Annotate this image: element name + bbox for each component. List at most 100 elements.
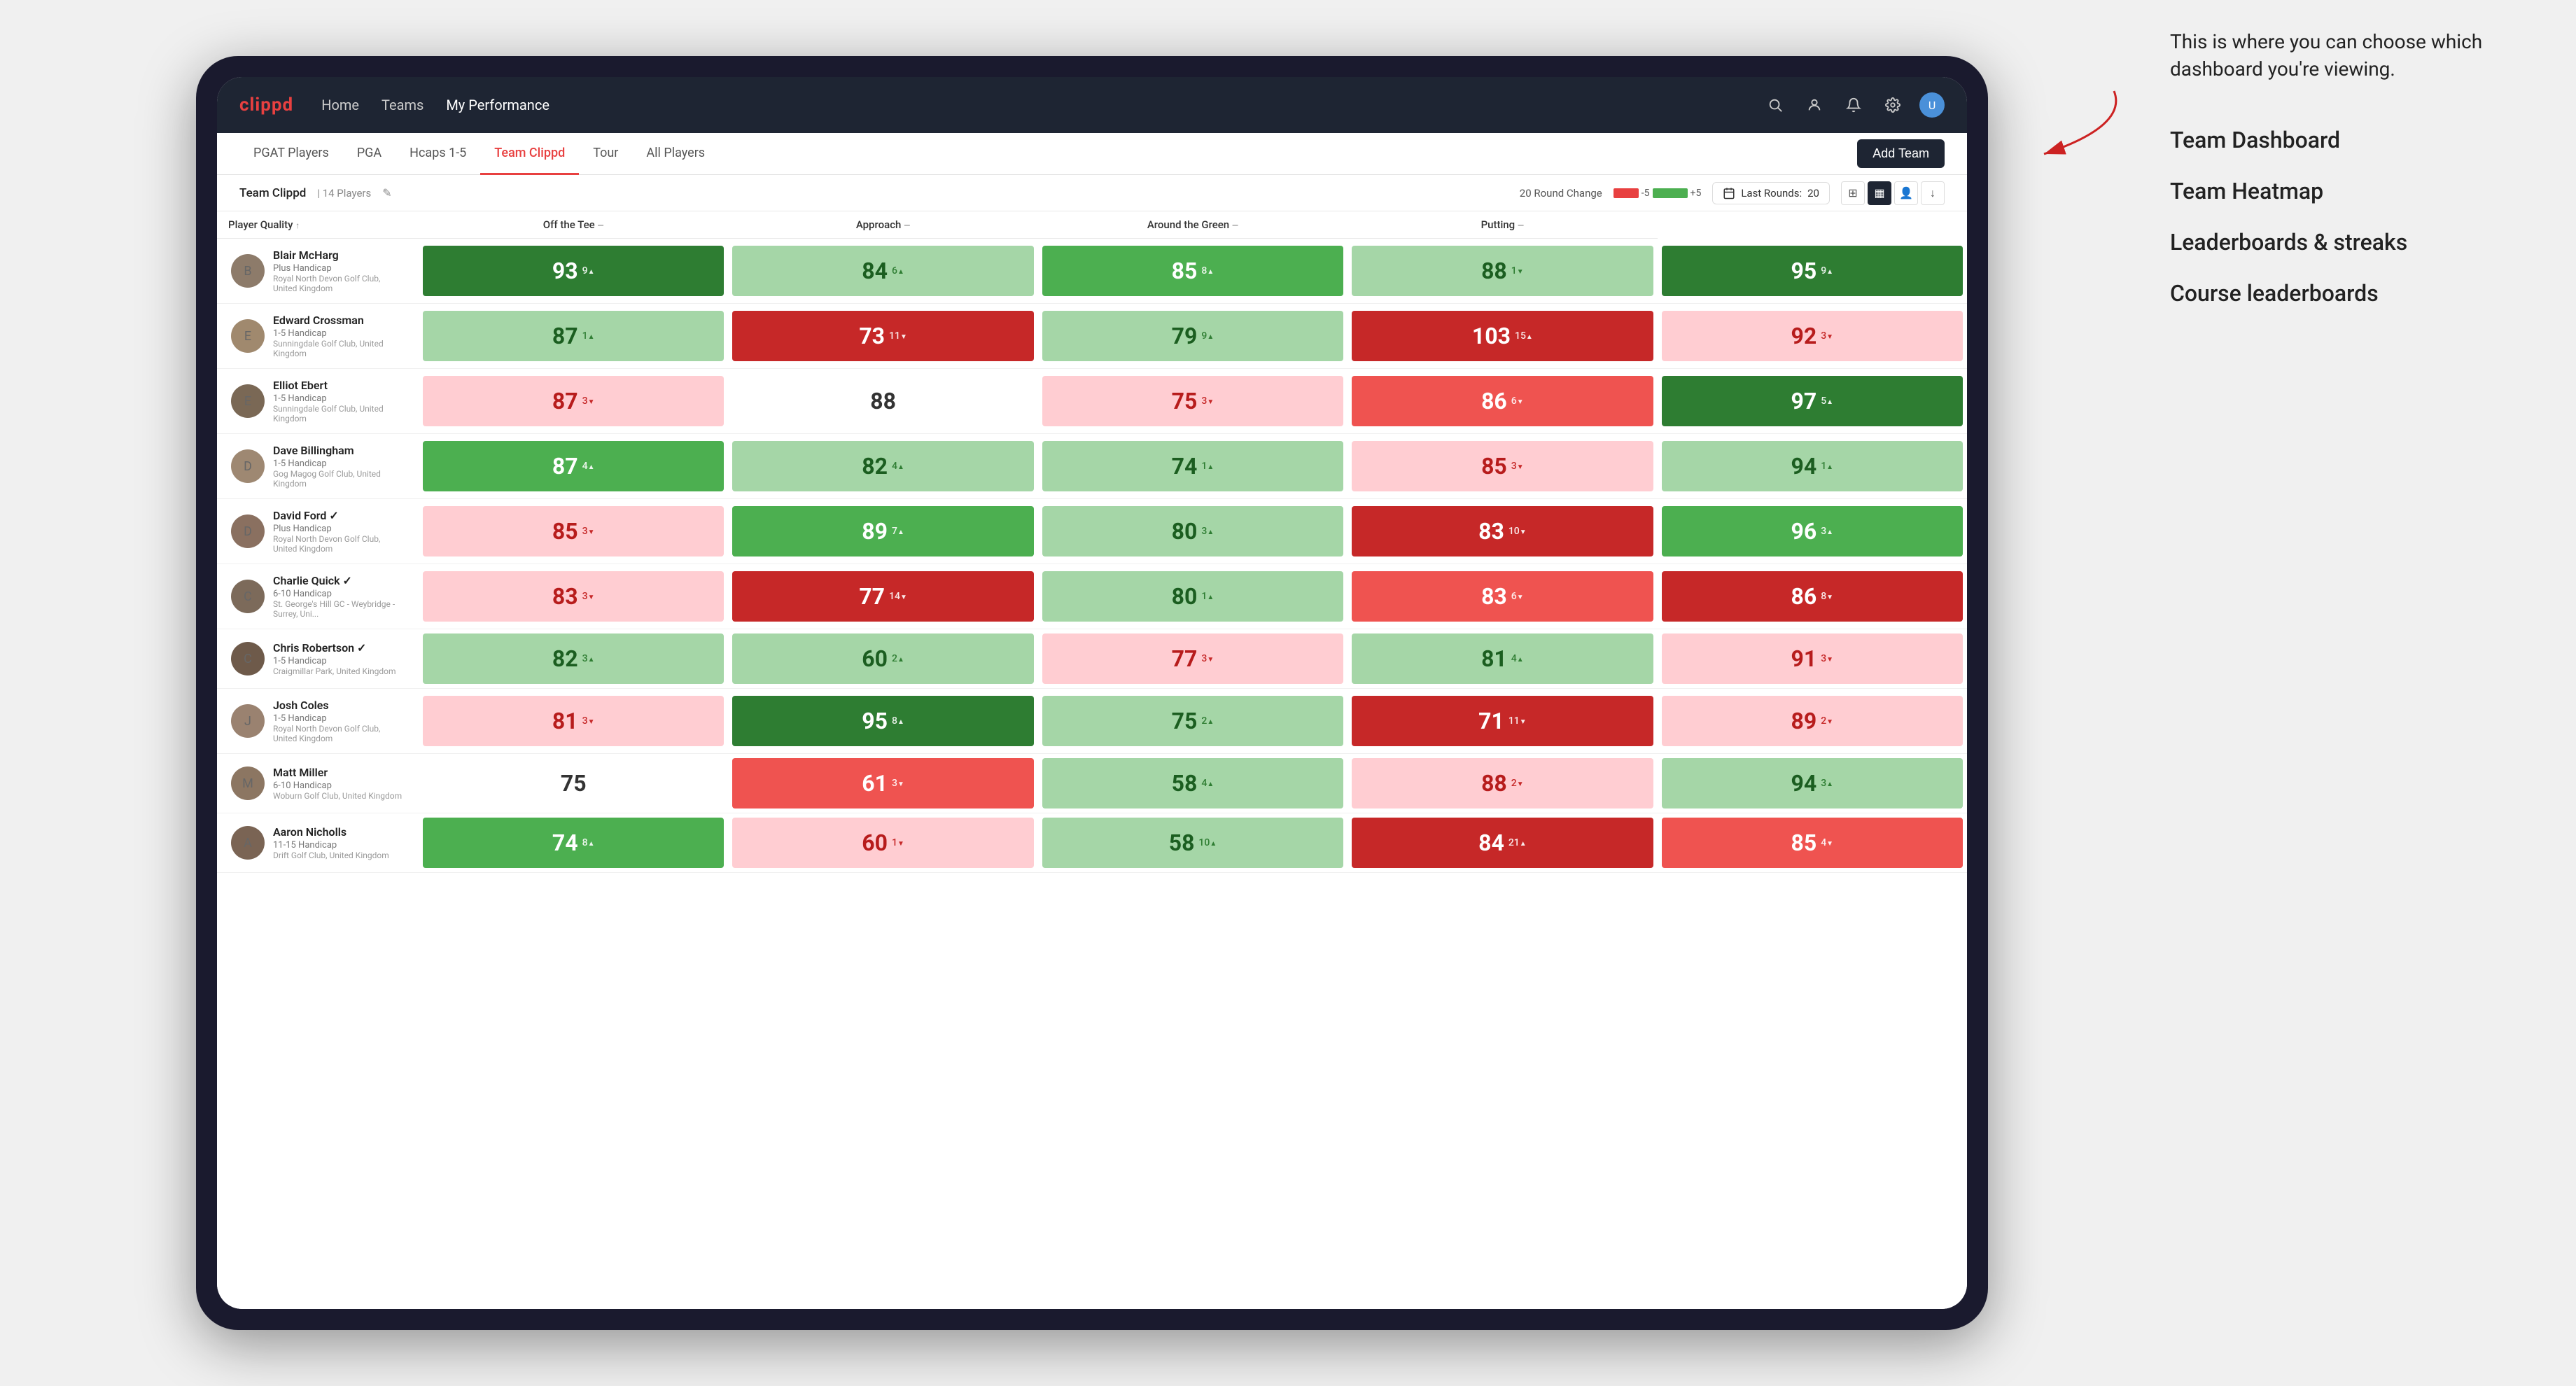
score-box-2-3: 866: [1352, 376, 1653, 426]
nav-icons: U: [1763, 92, 1945, 118]
round-change-bar: -5 +5: [1614, 188, 1702, 199]
score-value-3-2: 74: [1172, 453, 1198, 479]
nav-link-home[interactable]: Home: [321, 94, 359, 116]
add-team-button[interactable]: Add Team: [1857, 139, 1945, 168]
last-rounds-button[interactable]: Last Rounds: 20: [1712, 182, 1830, 204]
score-value-1-2: 79: [1172, 323, 1198, 349]
score-change-7-3: 11: [1508, 715, 1527, 727]
score-change-6-2: 3: [1201, 653, 1214, 664]
view-download-icon[interactable]: ↓: [1921, 181, 1945, 205]
view-grid-icon[interactable]: ⊞: [1841, 181, 1865, 205]
score-box-7-0: 813: [423, 696, 724, 746]
score-change-3-3: 3: [1511, 461, 1524, 472]
player-handicap-2: 1-5 Handicap: [273, 393, 405, 404]
score-box-2-4: 975: [1662, 376, 1963, 426]
table-row[interactable]: DDave Billingham1-5 HandicapGog Magog Go…: [217, 434, 1967, 499]
score-change-7-2: 2: [1201, 715, 1214, 727]
tab-pga[interactable]: PGA: [343, 134, 396, 175]
tab-tour[interactable]: Tour: [579, 134, 632, 175]
player-name-0: Blair McHarg: [273, 248, 405, 262]
score-value-7-1: 95: [862, 708, 888, 734]
score-value-8-3: 88: [1481, 770, 1507, 797]
score-value-3-0: 87: [552, 453, 578, 479]
score-value-4-0: 85: [552, 518, 578, 545]
score-cell-4-2: 803: [1038, 499, 1348, 564]
bar-positive: [1653, 188, 1688, 198]
tab-allplayers[interactable]: All Players: [632, 134, 719, 175]
user-avatar[interactable]: U: [1919, 92, 1945, 118]
tab-pgat[interactable]: PGAT Players: [239, 134, 343, 175]
score-cell-6-4: 913: [1658, 629, 1967, 689]
player-club-9: Drift Golf Club, United Kingdom: [273, 850, 389, 860]
table-row[interactable]: BBlair McHargPlus HandicapRoyal North De…: [217, 239, 1967, 304]
table-row[interactable]: JJosh Coles1-5 HandicapRoyal North Devon…: [217, 689, 1967, 754]
player-name-1: Edward Crossman: [273, 314, 405, 327]
score-value-0-2: 85: [1172, 258, 1198, 284]
score-value-3-3: 85: [1481, 453, 1507, 479]
score-cell-9-4: 854: [1658, 813, 1967, 873]
tab-teamclippd[interactable]: Team Clippd: [480, 134, 579, 175]
score-cell-6-1: 602: [728, 629, 1037, 689]
score-cell-3-0: 874: [419, 434, 728, 499]
table-row[interactable]: CCharlie Quick ✓6-10 HandicapSt. George'…: [217, 564, 1967, 629]
score-box-6-3: 814: [1352, 634, 1653, 684]
table-row[interactable]: EElliot Ebert1-5 HandicapSunningdale Gol…: [217, 369, 1967, 434]
score-box-9-3: 8421: [1352, 818, 1653, 868]
player-cell-7: JJosh Coles1-5 HandicapRoyal North Devon…: [217, 689, 419, 754]
col-sort-arrow-putting: —: [1518, 220, 1524, 230]
score-value-5-3: 83: [1481, 583, 1507, 610]
bell-icon[interactable]: [1841, 92, 1866, 118]
player-handicap-1: 1-5 Handicap: [273, 328, 405, 339]
player-cell-9: AAaron Nicholls11-15 HandicapDrift Golf …: [217, 813, 419, 873]
score-change-4-4: 3: [1821, 526, 1833, 537]
search-icon[interactable]: [1763, 92, 1788, 118]
table-row[interactable]: MMatt Miller6-10 HandicapWoburn Golf Clu…: [217, 754, 1967, 813]
player-club-3: Gog Magog Golf Club, United Kingdom: [273, 469, 405, 489]
score-value-9-2: 58: [1169, 830, 1195, 856]
table-row[interactable]: DDavid Ford ✓Plus HandicapRoyal North De…: [217, 499, 1967, 564]
table-row[interactable]: AAaron Nicholls11-15 HandicapDrift Golf …: [217, 813, 1967, 873]
score-change-2-2: 3: [1201, 396, 1214, 407]
score-value-0-4: 95: [1791, 258, 1816, 284]
nav-link-myperformance[interactable]: My Performance: [446, 94, 550, 116]
player-name-6: Chris Robertson ✓: [273, 641, 396, 654]
score-change-0-2: 8: [1201, 265, 1214, 276]
table-row[interactable]: EEdward Crossman1-5 HandicapSunningdale …: [217, 304, 1967, 369]
score-value-6-4: 91: [1791, 645, 1816, 672]
score-box-0-0: 939: [423, 246, 724, 296]
table-row[interactable]: CChris Robertson ✓1-5 HandicapCraigmilla…: [217, 629, 1967, 689]
score-box-3-3: 85 3: [1352, 441, 1653, 491]
score-box-1-0: 871: [423, 311, 724, 361]
score-cell-8-2: 584: [1038, 754, 1348, 813]
score-change-1-1: 11: [889, 330, 907, 342]
player-avatar-5: C: [231, 580, 265, 613]
player-handicap-4: Plus Handicap: [273, 524, 405, 534]
user-icon[interactable]: [1802, 92, 1827, 118]
score-box-1-3: 10315: [1352, 311, 1653, 361]
score-change-5-3: 6: [1511, 591, 1524, 602]
score-box-5-4: 868: [1662, 571, 1963, 622]
edit-icon[interactable]: ✎: [382, 186, 391, 200]
tab-hcaps[interactable]: Hcaps 1-5: [396, 134, 480, 175]
last-rounds-label: Last Rounds:: [1741, 187, 1802, 200]
score-cell-0-3: 881: [1348, 239, 1657, 304]
view-heatmap-icon[interactable]: ▦: [1868, 181, 1891, 205]
score-cell-5-1: 7714: [728, 564, 1037, 629]
settings-icon[interactable]: [1880, 92, 1905, 118]
score-value-2-3: 86: [1481, 388, 1507, 414]
score-change-6-3: 4: [1511, 653, 1524, 664]
score-cell-0-1: 846: [728, 239, 1037, 304]
player-club-2: Sunningdale Golf Club, United Kingdom: [273, 404, 405, 424]
player-avatar-3: D: [231, 449, 265, 483]
annotation-item-1: Team Dashboard: [2170, 125, 2534, 156]
score-change-9-0: 8: [582, 837, 595, 848]
score-box-5-1: 7714: [732, 571, 1033, 622]
score-box-7-3: 7111: [1352, 696, 1653, 746]
score-value-6-0: 82: [552, 645, 578, 672]
score-change-0-4: 9: [1821, 265, 1833, 276]
nav-link-teams[interactable]: Teams: [382, 94, 424, 116]
player-name-7: Josh Coles: [273, 699, 405, 712]
score-box-6-2: 773: [1042, 634, 1343, 684]
view-person-icon[interactable]: 👤: [1894, 181, 1918, 205]
score-cell-5-0: 833: [419, 564, 728, 629]
